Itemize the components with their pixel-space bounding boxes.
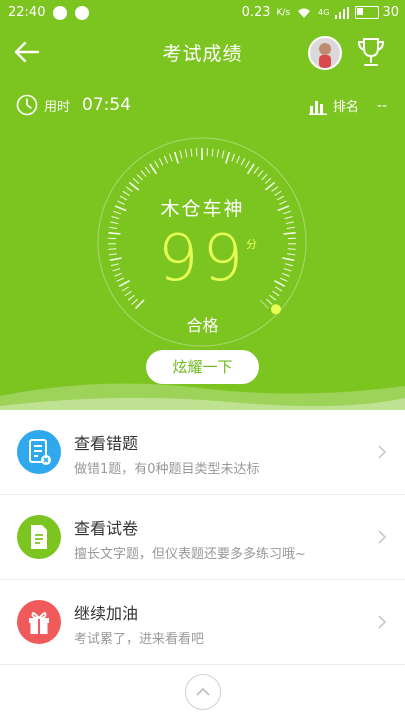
pass-status: 合格 bbox=[186, 316, 219, 335]
top-nav: 考试成绩 bbox=[0, 26, 405, 78]
gauge-tick bbox=[136, 173, 143, 181]
wifi-icon bbox=[298, 8, 311, 18]
gauge-tick bbox=[246, 163, 255, 175]
candidate-title: 木仓车神 bbox=[160, 198, 245, 220]
share-button[interactable]: 炫耀一下 bbox=[146, 350, 259, 384]
list-item-keep-going[interactable]: 继续加油 考试累了，进来看看吧 bbox=[0, 580, 405, 665]
gauge-tick bbox=[231, 153, 236, 162]
gauge-tick bbox=[216, 149, 220, 158]
gauge-tick bbox=[144, 166, 151, 174]
net-speed: 0.23 bbox=[241, 5, 271, 20]
trophy-icon[interactable] bbox=[356, 36, 386, 68]
battery-level: 30 bbox=[382, 5, 399, 20]
bar-chart-icon bbox=[308, 100, 327, 115]
clock-icon bbox=[16, 94, 38, 116]
item-title: 查看试卷 bbox=[74, 519, 139, 538]
gauge-tick bbox=[211, 148, 214, 157]
gauge-tick bbox=[261, 173, 268, 181]
gauge-tick bbox=[264, 177, 272, 184]
status-time: 22:40 bbox=[8, 5, 46, 20]
wrong-answer-icon bbox=[17, 430, 61, 474]
gauge-tick bbox=[125, 186, 133, 192]
scroll-up-button[interactable] bbox=[185, 674, 221, 710]
gauge-tick bbox=[173, 151, 179, 164]
gauge-tick bbox=[264, 181, 276, 191]
gauge-tick bbox=[149, 163, 158, 175]
gauge-tick bbox=[253, 166, 260, 174]
gauge-tick bbox=[225, 151, 231, 164]
gauge-tick bbox=[265, 298, 273, 305]
gauge-tick bbox=[271, 186, 279, 192]
network-type: 4G bbox=[318, 8, 330, 17]
score-value: 99 bbox=[157, 222, 248, 296]
time-used: 用时 07:54 bbox=[16, 94, 131, 116]
chat-icon bbox=[75, 5, 90, 20]
gauge-tick bbox=[154, 160, 159, 169]
gauge-tick bbox=[168, 153, 173, 162]
rank-info: 排名 -- bbox=[308, 96, 387, 115]
result-panel: 考试成绩 用时 07:54 排名 -- 木仓车神 99 分 合格 炫耀一下 bbox=[0, 26, 405, 410]
gauge-tick bbox=[245, 160, 250, 169]
score-unit: 分 bbox=[246, 238, 257, 251]
notification-icon bbox=[53, 5, 68, 20]
gauge-tick bbox=[128, 181, 140, 191]
gauge-tick bbox=[132, 177, 140, 184]
gift-icon bbox=[17, 600, 61, 644]
item-title: 继续加油 bbox=[74, 604, 139, 623]
paper-icon bbox=[17, 515, 61, 559]
page-title: 考试成绩 bbox=[162, 43, 243, 65]
battery-icon bbox=[355, 6, 380, 19]
list-item-wrong-answers[interactable]: 查看错题 做错1题，有0种题目类型未达标 bbox=[0, 410, 405, 495]
gauge-tick bbox=[134, 299, 145, 310]
gauge-tick bbox=[190, 148, 193, 157]
rank-value: -- bbox=[376, 97, 387, 114]
rank-label: 排名 bbox=[332, 100, 359, 115]
gauge-tick bbox=[257, 170, 264, 177]
chevron-right-icon bbox=[378, 445, 387, 459]
status-bar: 22:40 0.23 K/s 4G 30 bbox=[0, 0, 405, 26]
chevron-right-icon bbox=[378, 615, 387, 629]
gauge-tick bbox=[221, 150, 225, 159]
signal-icon bbox=[335, 6, 350, 19]
gauge-tick bbox=[163, 155, 168, 164]
chevron-right-icon bbox=[378, 530, 387, 544]
item-title: 查看错题 bbox=[74, 434, 139, 453]
battery-indicator: 30 bbox=[355, 5, 399, 20]
gauge-tick bbox=[236, 155, 241, 164]
gauge-tick bbox=[158, 158, 164, 166]
gauge-tick bbox=[131, 298, 139, 305]
gauge-tick bbox=[140, 170, 147, 177]
item-subtitle: 考试累了，进来看看吧 bbox=[74, 632, 205, 647]
gauge-tick bbox=[179, 150, 183, 159]
time-label: 用时 bbox=[44, 99, 71, 115]
avatar[interactable] bbox=[308, 36, 342, 70]
chevron-up-icon bbox=[196, 687, 210, 696]
item-subtitle: 做错1题，有0种题目类型未达标 bbox=[74, 462, 260, 477]
gauge-tick bbox=[240, 158, 246, 166]
net-unit: K/s bbox=[276, 7, 291, 18]
list-item-view-paper[interactable]: 查看试卷 擅长文字题，但仪表题还要多多练习哦~ bbox=[0, 495, 405, 580]
gauge-tick bbox=[259, 299, 270, 310]
item-subtitle: 擅长文字题，但仪表题还要多多练习哦~ bbox=[74, 547, 306, 562]
time-value: 07:54 bbox=[82, 95, 132, 115]
gauge-tick bbox=[184, 149, 188, 158]
action-list: 查看错题 做错1题，有0种题目类型未达标 查看试卷 擅长文字题，但仪表题还要多多… bbox=[0, 410, 405, 665]
